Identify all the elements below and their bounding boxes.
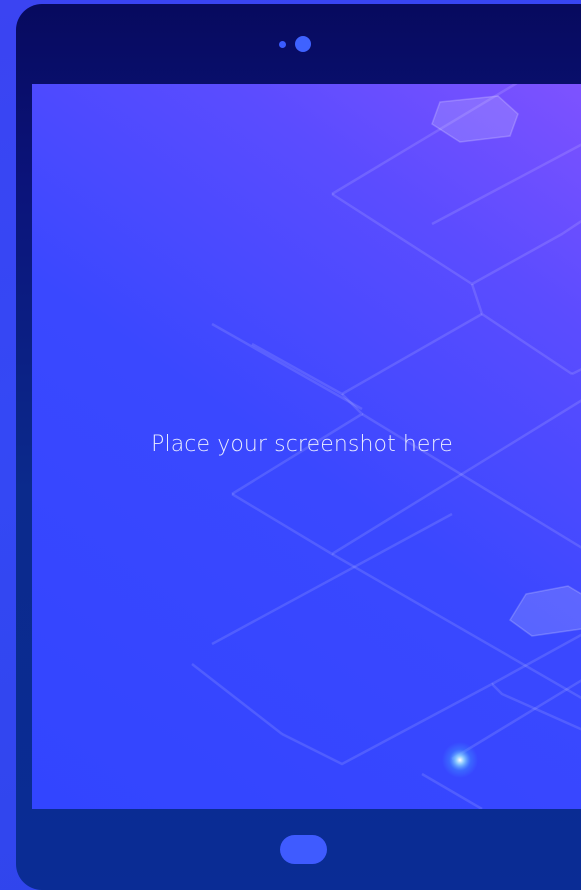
home-button[interactable] (280, 835, 327, 864)
page-background: Place your screenshot here (0, 0, 581, 890)
tablet-screen: Place your screenshot here (32, 84, 581, 809)
camera-lens-icon (295, 36, 311, 52)
camera-sensor-icon (279, 41, 286, 48)
screenshot-placeholder-text: Place your screenshot here (151, 432, 453, 457)
glow-dot-icon (442, 742, 478, 778)
